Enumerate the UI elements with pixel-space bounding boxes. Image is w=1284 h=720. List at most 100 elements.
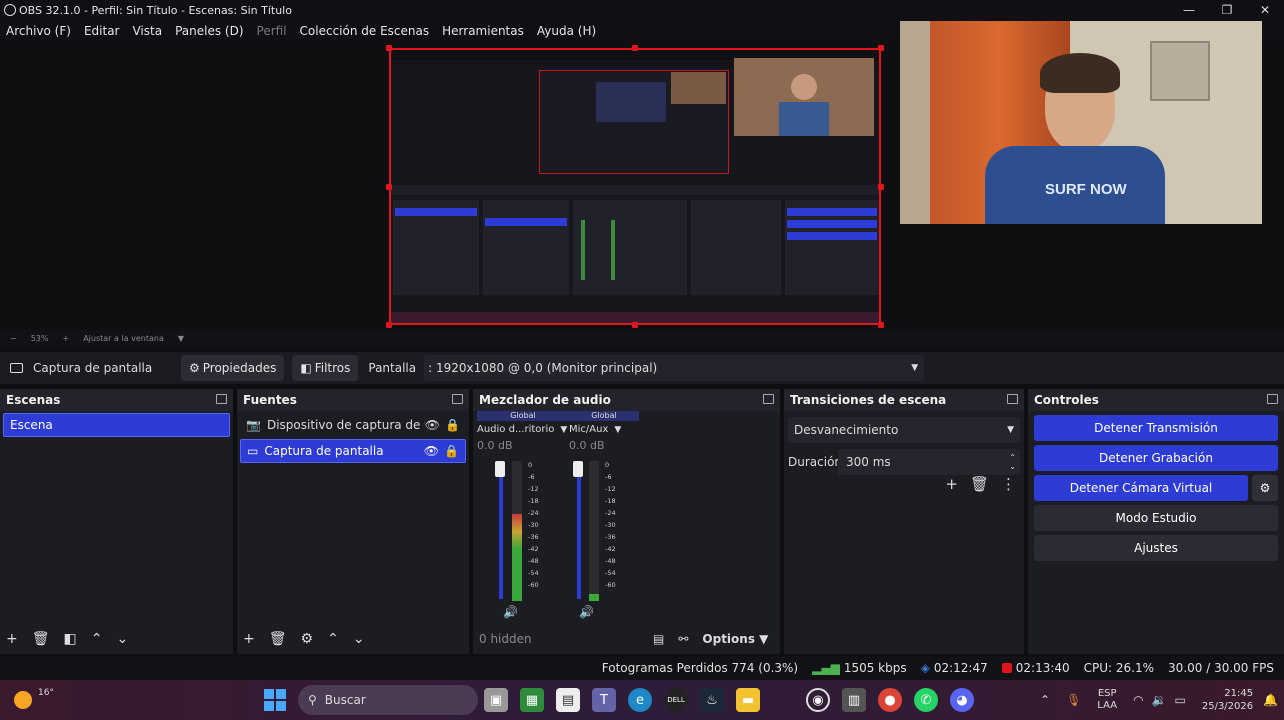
weather-widget[interactable]: 16° [14,688,214,709]
battery-icon[interactable]: ▭ [1175,693,1186,707]
calculator-icon[interactable]: ▥ [842,688,866,712]
speaker-icon[interactable]: 🔊 [503,605,518,619]
obs-taskbar-icon[interactable]: ◉ [806,688,830,712]
volume-slider-handle[interactable] [573,461,583,477]
mixer-options-button[interactable]: Options ▼ [702,632,768,646]
file-explorer-icon[interactable]: ▬ [736,688,760,712]
close-button[interactable]: ✕ [1246,0,1284,20]
sources-dock: Fuentes 📷 Dispositivo de captura de vide… [237,389,469,654]
visibility-eye-icon[interactable]: 👁 [425,418,440,432]
mixer-link-icon[interactable]: ⚯ [678,632,688,646]
minimize-button[interactable]: — [1170,0,1208,20]
minecraft-icon[interactable]: ▦ [520,688,544,712]
volume-slider[interactable] [499,463,503,599]
wifi-icon[interactable]: ◠ [1133,693,1143,707]
source-properties-button[interactable]: ⚙ [301,631,314,647]
stop-virtual-camera-button[interactable]: Detener Cámara Virtual [1034,475,1248,501]
display-select[interactable]: : 1920x1080 @ 0,0 (Monitor principal) ▼ [424,355,925,381]
channel-name-select[interactable]: Audio d...ritorio ▼ [477,424,569,435]
resize-handle-tl[interactable] [386,45,392,51]
remove-source-button[interactable]: 🗑 [269,631,287,647]
volume-slider[interactable] [577,463,581,599]
start-button[interactable] [264,689,286,711]
source-item-camera[interactable]: 📷 Dispositivo de captura de video 👁 🔒 [240,413,466,437]
stop-streaming-button[interactable]: Detener Transmisión [1034,415,1278,441]
channel-name-select[interactable]: Mic/Aux ▼ [569,424,639,435]
webcam-video-source[interactable]: SURF NOW [900,21,1262,224]
screen-capture-source[interactable] [389,48,881,325]
menu-herramientas[interactable]: Herramientas [442,24,524,38]
transition-menu-button[interactable]: ⋮ [1001,475,1016,493]
menu-ayuda[interactable]: Ayuda (H) [537,24,596,38]
lock-icon[interactable]: 🔒 [445,418,460,432]
dell-icon[interactable]: DELL [664,688,688,712]
chevron-down-icon[interactable]: ▼ [178,334,184,343]
clock[interactable]: 21:45 25/3/2026 [1202,687,1253,713]
undock-icon[interactable] [216,394,227,404]
resize-handle-br[interactable] [878,322,884,328]
maximize-button[interactable]: ❐ [1208,0,1246,20]
settings-button[interactable]: Ajustes [1034,535,1278,561]
task-view-icon[interactable]: ▣ [484,688,508,712]
resize-handle-bm[interactable] [632,322,638,328]
controls-dock: Controles Detener Transmisión Detener Gr… [1028,389,1284,654]
zoom-fit-select[interactable]: Ajustar a la ventana [83,334,164,343]
volume-icon[interactable]: 🔉 [1152,693,1167,707]
steam-icon[interactable]: ♨ [700,688,724,712]
undock-icon[interactable] [1007,394,1018,404]
resize-handle-bl[interactable] [386,322,392,328]
lock-icon[interactable]: 🔒 [444,444,459,458]
menu-paneles[interactable]: Paneles (D) [175,24,243,38]
stop-recording-button[interactable]: Detener Grabación [1034,445,1278,471]
mixer-layout-icon[interactable]: ▤ [653,632,664,646]
chevron-down-icon: ▼ [560,425,568,435]
menu-perfil[interactable]: Perfil [257,24,287,38]
remove-transition-button[interactable]: 🗑 [970,475,989,493]
visibility-eye-icon[interactable]: 👁 [424,444,439,458]
undock-icon[interactable] [452,394,463,404]
scene-item[interactable]: Escena [3,413,230,437]
add-transition-button[interactable]: + [945,475,958,493]
move-up-button[interactable]: ⌃ [91,631,103,647]
move-down-button[interactable]: ⌄ [353,631,365,647]
move-up-button[interactable]: ⌃ [327,631,339,647]
transition-select[interactable]: Desvanecimiento ▼ [788,417,1020,443]
menu-vista[interactable]: Vista [132,24,162,38]
undock-icon[interactable] [763,394,774,404]
zoom-out-button[interactable]: − [10,334,17,343]
whatsapp-icon[interactable]: ✆ [914,688,938,712]
menu-archivo[interactable]: Archivo (F) [6,24,71,38]
store-icon[interactable]: ▤ [556,688,580,712]
filters-button[interactable]: ◧ Filtros [292,355,359,381]
zoom-in-button[interactable]: + [62,334,69,343]
speaker-icon[interactable]: 🔊 [579,605,594,619]
discord-icon[interactable]: ◕ [950,688,974,712]
menu-editar[interactable]: Editar [84,24,120,38]
source-item-screen-capture[interactable]: ▭ Captura de pantalla 👁 🔒 [240,439,466,463]
move-down-button[interactable]: ⌄ [116,631,128,647]
add-scene-button[interactable]: + [6,631,18,647]
resize-handle-tr[interactable] [878,45,884,51]
volume-slider-handle[interactable] [495,461,505,477]
chevron-up-icon[interactable]: ⌃ [1040,693,1050,707]
remove-scene-button[interactable]: 🗑 [32,631,50,647]
properties-button[interactable]: ⚙ Propiedades [181,355,285,381]
edge-icon[interactable]: e [628,688,652,712]
scene-filters-button[interactable]: ◧ [64,631,77,647]
resize-handle-mr[interactable] [878,184,884,190]
add-source-button[interactable]: + [243,631,255,647]
menu-coleccion-escenas[interactable]: Colección de Escenas [300,24,430,38]
language-indicator[interactable]: ESP LAA [1097,688,1117,712]
resize-handle-tm[interactable] [632,45,638,51]
microphone-icon[interactable]: 🎙 [1066,693,1081,707]
duration-spinbox[interactable]: 300 ms ⌃ ⌄ [838,449,1020,475]
taskbar-search[interactable]: ⚲ Buscar [298,685,478,715]
spin-arrows-icon[interactable]: ⌃ ⌄ [1009,453,1016,471]
chrome-icon[interactable]: ● [878,688,902,712]
teams-icon[interactable]: T [592,688,616,712]
undock-icon[interactable] [1267,394,1278,404]
notification-icon[interactable]: 🔔 [1263,693,1278,707]
studio-mode-button[interactable]: Modo Estudio [1034,505,1278,531]
resize-handle-ml[interactable] [386,184,392,190]
virtual-camera-settings-button[interactable]: ⚙ [1252,475,1278,501]
